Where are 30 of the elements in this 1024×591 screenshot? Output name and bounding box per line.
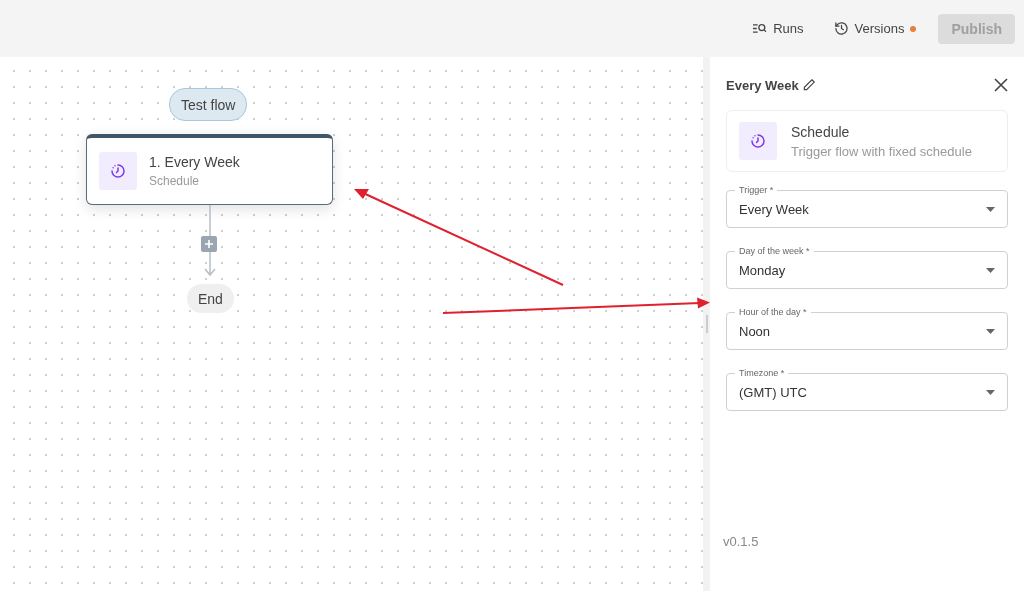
dropdown-caret-icon: [986, 328, 995, 334]
field-label: Timezone *: [735, 367, 789, 379]
field-label: Trigger *: [735, 184, 778, 196]
field-value: Noon: [739, 323, 771, 339]
field-value: Monday: [739, 262, 786, 278]
test-flow-button[interactable]: Test flow: [169, 88, 248, 121]
field-label: Hour of the day *: [735, 306, 811, 318]
dropdown-caret-icon: [986, 267, 995, 273]
field-value: Every Week: [739, 201, 809, 217]
dropdown-caret-icon: [986, 389, 995, 395]
trigger-title: Schedule: [791, 123, 851, 140]
pencil-icon[interactable]: [801, 78, 816, 92]
clock-icon: [749, 132, 767, 150]
list-search-icon: [752, 22, 768, 35]
end-node: End: [187, 284, 234, 313]
dropdown-caret-icon: [986, 206, 995, 212]
field-label: Day of the week *: [735, 245, 814, 257]
trigger-description: Trigger flow with fixed schedule: [791, 143, 972, 159]
close-icon[interactable]: [994, 78, 1008, 92]
step-subtitle: Schedule: [149, 174, 201, 188]
connector-arrow: [203, 205, 217, 277]
version-label: v0.1.5: [723, 534, 760, 549]
step-node[interactable]: 1. Every Week Schedule: [86, 134, 333, 205]
field-value: (GMT) UTC: [739, 384, 807, 400]
clock-icon: [109, 162, 127, 180]
step-title: 1. Every Week: [149, 154, 240, 170]
runs-button[interactable]: Runs: [744, 15, 812, 42]
versions-button[interactable]: Versions: [825, 15, 925, 42]
panel-title: Every Week: [726, 77, 799, 93]
history-icon: [833, 21, 849, 36]
